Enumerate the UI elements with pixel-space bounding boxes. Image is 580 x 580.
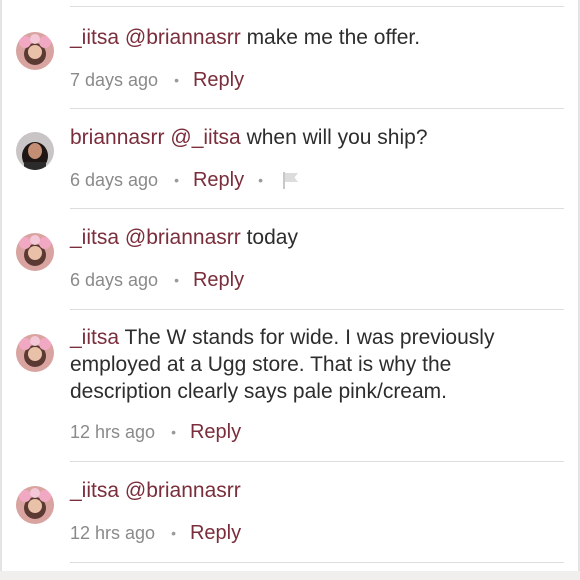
reply-button[interactable]: Reply <box>193 269 244 292</box>
username-link[interactable]: _iitsa <box>70 479 119 502</box>
username-link[interactable]: _iitsa <box>70 26 119 49</box>
comment-body: _iitsa @briannasrr today <box>70 224 550 251</box>
comment-body: briannasrr @_iitsa when will you ship? <box>70 124 550 151</box>
mention-link[interactable]: @briannasrr <box>125 479 241 502</box>
comment-text: today <box>240 226 298 249</box>
reply-button[interactable]: Reply <box>190 421 241 444</box>
avatar[interactable] <box>16 32 54 70</box>
comment-body: _iitsa The W stands for wide. I was prev… <box>70 324 550 405</box>
divider <box>70 208 564 209</box>
reply-button[interactable]: Reply <box>190 522 241 545</box>
comment-body: _iitsa @briannasrr <box>70 477 550 504</box>
comment-timestamp: 6 days ago <box>70 169 159 190</box>
flag-icon[interactable] <box>281 170 301 190</box>
divider <box>70 461 564 462</box>
comment-timestamp: 12 hrs ago <box>70 522 156 543</box>
separator-dot: • <box>174 172 179 188</box>
comment-text: The W stands for wide. I was previously … <box>70 326 495 403</box>
divider <box>70 562 564 563</box>
divider <box>70 108 564 109</box>
comment-timestamp: 12 hrs ago <box>70 421 156 442</box>
username-link[interactable]: _iitsa <box>70 326 119 349</box>
comment-meta: 12 hrs ago • Reply <box>70 420 241 444</box>
mention-link[interactable]: @briannasrr <box>125 226 241 249</box>
avatar[interactable] <box>16 486 54 524</box>
bottom-bar <box>0 571 580 580</box>
separator-dot: • <box>258 172 264 188</box>
separator-dot: • <box>171 424 176 440</box>
username-link[interactable]: briannasrr <box>70 126 165 149</box>
comment-text: make me the offer. <box>240 26 421 49</box>
mention-link[interactable]: @briannasrr <box>125 26 241 49</box>
comment-meta: 7 days ago • Reply <box>70 68 244 92</box>
comment-meta: 6 days ago • Reply • <box>70 168 301 192</box>
separator-dot: • <box>174 272 179 288</box>
avatar[interactable] <box>16 334 54 372</box>
comment-meta: 6 days ago • Reply <box>70 268 244 292</box>
avatar[interactable] <box>16 233 54 271</box>
separator-dot: • <box>171 525 176 541</box>
comment-meta: 12 hrs ago • Reply <box>70 521 241 545</box>
reply-button[interactable]: Reply <box>193 169 244 192</box>
reply-button[interactable]: Reply <box>193 69 244 92</box>
divider <box>70 309 564 310</box>
comment-text: when will you ship? <box>240 126 428 149</box>
comment-timestamp: 7 days ago <box>70 69 159 90</box>
divider <box>70 6 564 7</box>
avatar[interactable] <box>16 132 54 170</box>
username-link[interactable]: _iitsa <box>70 226 119 249</box>
comment-body: _iitsa @briannasrr make me the offer. <box>70 24 550 51</box>
comment-timestamp: 6 days ago <box>70 269 159 290</box>
left-edge <box>0 0 2 580</box>
separator-dot: • <box>174 72 179 88</box>
mention-link[interactable]: @_iitsa <box>170 126 240 149</box>
